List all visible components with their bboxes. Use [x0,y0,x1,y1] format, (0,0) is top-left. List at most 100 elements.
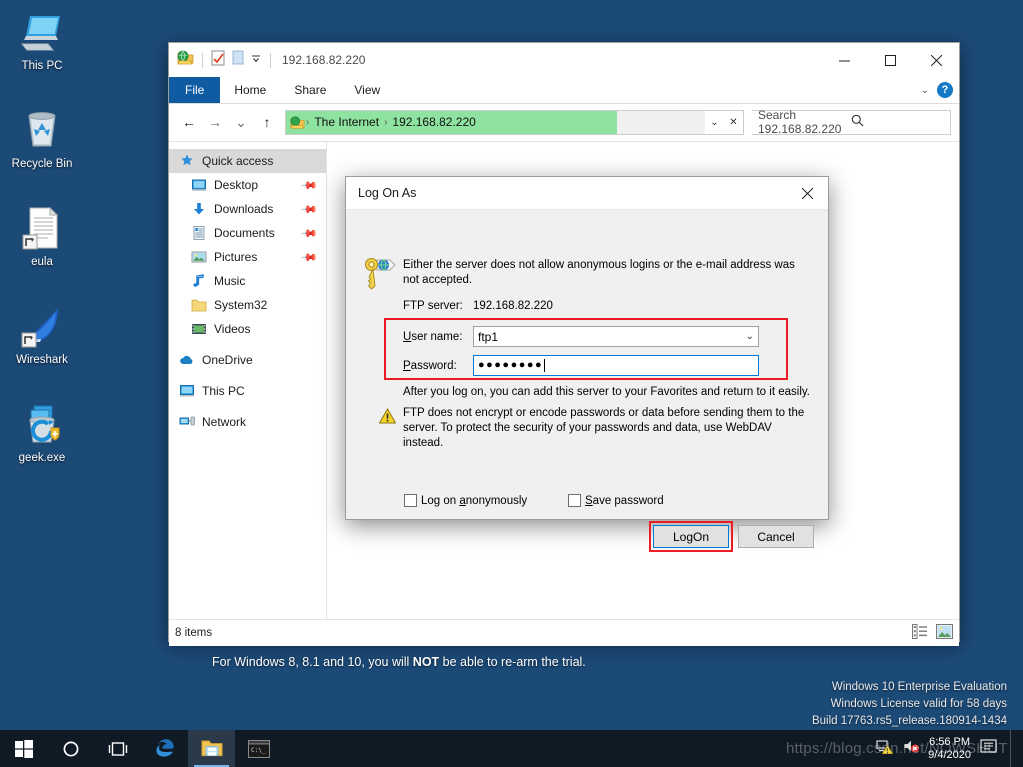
nav-group-gap [169,403,326,410]
log-on-anonymously-row[interactable]: Log on anonymously [404,494,527,507]
properties-icon[interactable] [211,50,226,71]
dialog-title-bar: Log On As [346,177,828,210]
password-input[interactable]: ●●●●●●●● [473,355,759,376]
pin-icon[interactable]: 📌 [300,200,319,218]
sidebar-item-documents[interactable]: Documents 📌 [169,221,326,245]
forward-button[interactable]: → [203,110,227,134]
ftp-security-warning: FTP does not encrypt or encode passwords… [403,407,805,449]
sidebar-item-label: Quick access [202,154,274,168]
password-label: Password: [403,359,457,372]
task-view-button[interactable] [94,730,141,767]
sidebar-item-downloads[interactable]: Downloads 📌 [169,197,326,221]
pin-icon[interactable]: 📌 [300,176,319,194]
save-password-label: Save password [585,494,664,507]
sidebar-item-music[interactable]: Music [169,269,326,293]
ftp-server-row: FTP server: 192.168.82.220 [403,300,803,312]
ribbon-right-controls: ⌄ ? [921,77,953,103]
search-input[interactable]: Search 192.168.82.220 [752,108,951,136]
qat-separator [270,52,271,68]
desktop-icon-eula[interactable]: eula [2,204,82,269]
address-dropdown-icon[interactable]: ⌄ [705,110,724,134]
network-warning-icon[interactable] [876,738,894,759]
expand-ribbon-icon[interactable]: ⌄ [921,85,929,96]
window-controls [821,43,959,77]
computer-icon [179,383,195,399]
desktop-icon-geek-exe[interactable]: geek.exe [2,400,82,465]
desktop-icon-label: Recycle Bin [11,158,73,170]
log-on-button[interactable]: Lo g On [653,525,729,548]
details-view-icon[interactable] [912,624,928,642]
volume-muted-icon[interactable] [903,738,920,759]
sidebar-item-videos[interactable]: Videos [169,317,326,341]
username-value: ftp1 [478,329,499,344]
maximize-button[interactable] [867,43,913,77]
recent-locations-button[interactable]: ⌄ [229,110,253,134]
action-center-icon[interactable] [980,738,997,759]
breadcrumb-item-host[interactable]: 192.168.82.220 [388,115,479,129]
address-empty-area[interactable] [617,110,705,134]
chevron-down-icon[interactable]: ⌄ [746,331,754,342]
desktop-icon-this-pc[interactable]: This PC [2,8,82,73]
username-input[interactable]: ftp1 ⌄ [473,326,759,347]
sidebar-item-pictures[interactable]: Pictures 📌 [169,245,326,269]
start-button[interactable] [0,730,47,767]
up-button[interactable]: ↑ [255,110,279,134]
tab-home[interactable]: Home [220,77,280,103]
new-folder-icon[interactable] [231,50,245,71]
log-on-button-wrapper: Lo g On [649,521,733,552]
pin-icon[interactable]: 📌 [300,224,319,242]
ftp-folder-icon[interactable] [177,49,194,71]
large-icons-view-icon[interactable] [936,624,953,642]
tab-share[interactable]: Share [280,77,340,103]
geek-uninstaller-icon [18,400,66,448]
text-caret [544,359,546,372]
customize-dropdown-icon[interactable] [250,51,262,69]
help-icon[interactable]: ? [937,82,953,98]
sidebar-item-system32[interactable]: System32 [169,293,326,317]
password-row: Password: ●●●●●●●● [403,355,759,376]
sidebar-item-label: System32 [214,298,268,312]
breadcrumb[interactable]: › The Internet › 192.168.82.220 [286,110,617,134]
desktop: This PC Recycle Bin eula Wireshark geek.… [0,0,1023,767]
sidebar-item-this-pc[interactable]: This PC [169,379,326,403]
save-password-checkbox[interactable] [568,494,581,507]
show-desktop-button[interactable] [1010,730,1017,767]
cortana-search-button[interactable] [47,730,94,767]
edge-button[interactable] [141,730,188,767]
status-bar: 8 items [169,619,959,646]
rearm-notice-pre: For Windows 8, 8.1 and 10, you will [212,655,413,669]
address-bar[interactable]: › The Internet › 192.168.82.220 ⌄ ✕ [285,109,744,135]
sidebar-item-quick-access[interactable]: Quick access [169,149,326,173]
sidebar-item-desktop[interactable]: Desktop 📌 [169,173,326,197]
file-explorer-button[interactable] [188,730,235,767]
log-on-anonymously-checkbox[interactable] [404,494,417,507]
rearm-notice-bold: NOT [412,655,440,669]
tab-file[interactable]: File [169,77,221,103]
pin-icon[interactable]: 📌 [300,248,319,266]
minimize-button[interactable] [821,43,867,77]
taskbar-clock[interactable]: 6:56 PM 9/4/2020 [928,736,971,762]
favorites-note: After you log on, you can add this serve… [403,386,810,398]
close-button[interactable] [913,43,959,77]
folder-icon [191,297,207,313]
tab-view[interactable]: View [340,77,394,103]
ribbon-tab-bar: File Home Share View ⌄ ? [169,77,959,104]
star-pin-icon [179,153,195,169]
stop-refresh-icon[interactable]: ✕ [724,110,743,134]
desktop-icon-wireshark[interactable]: Wireshark [2,302,82,367]
cancel-button[interactable]: Cancel [738,525,814,548]
save-password-row[interactable]: Save password [568,494,664,507]
dialog-close-button[interactable] [786,177,828,209]
wireshark-shortcut-icon [18,302,66,350]
explorer-title-bar: 192.168.82.220 [169,43,959,77]
desktop-icon [191,177,207,193]
sidebar-item-onedrive[interactable]: OneDrive [169,348,326,372]
back-button[interactable]: ← [177,110,201,134]
desktop-icon-recycle-bin[interactable]: Recycle Bin [2,106,82,171]
command-prompt-button[interactable]: C:\_ [235,730,282,767]
breadcrumb-item-internet[interactable]: The Internet [310,115,383,129]
clock-date: 9/4/2020 [928,748,971,761]
log-on-anonymously-label: Log on anonymously [421,494,528,507]
sidebar-item-network[interactable]: Network [169,410,326,434]
navigation-bar: ← → ⌄ ↑ › The Internet › 192.168.82.220 … [169,104,959,141]
